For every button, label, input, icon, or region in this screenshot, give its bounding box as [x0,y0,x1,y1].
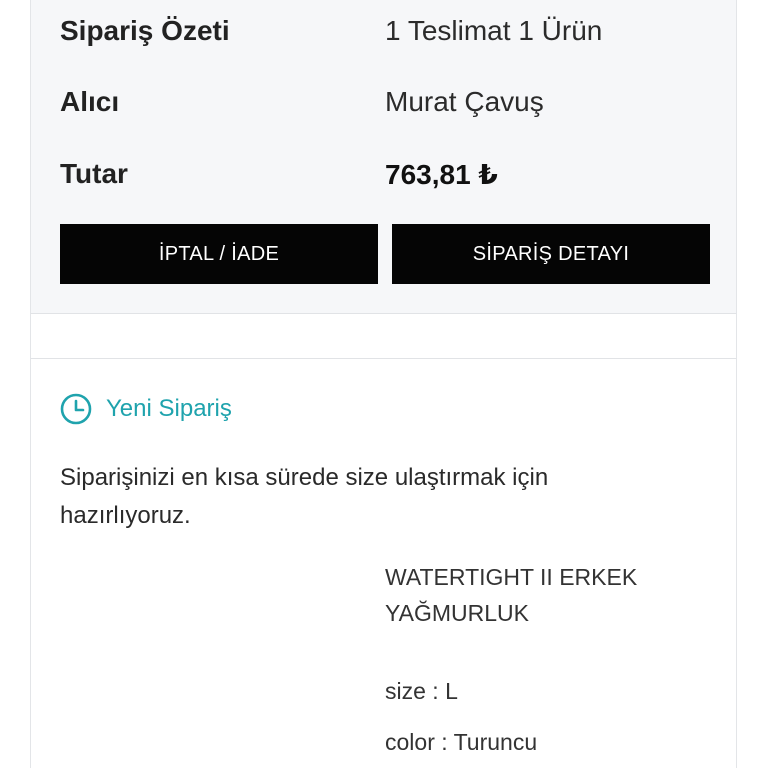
recipient-label: Alıcı [60,86,120,117]
order-page: Sipariş Özeti 1 Teslimat 1 Ürün Alıcı Mu… [0,0,768,768]
product-size: size : L [385,678,458,704]
order-summary-row: Sipariş Özeti 1 Teslimat 1 Ürün [60,11,700,51]
order-status-card: Yeni Sipariş Siparişinizi en kısa sürede… [30,359,737,768]
section-divider [30,314,737,359]
order-status-description: Siparişinizi en kısa sürede size ulaştır… [60,464,549,529]
clock-icon [60,393,92,425]
total-value: 763,81 ₺ [385,158,498,190]
order-status-header: Yeni Sipariş [60,389,232,429]
order-summary-label: Sipariş Özeti [60,15,230,46]
product-name: WATERTIGHT II ERKEK YAĞMURLUK [385,564,638,626]
recipient-value: Murat Çavuş [385,86,544,117]
total-label: Tutar [60,158,128,189]
order-summary-card: Sipariş Özeti 1 Teslimat 1 Ürün Alıcı Mu… [30,0,737,314]
order-summary-value: 1 Teslimat 1 Ürün [385,15,603,46]
product-color: color : Turuncu [385,729,538,755]
cancel-return-button[interactable]: İPTAL / İADE [60,224,378,284]
total-row: Tutar 763,81 ₺ [60,154,700,194]
order-status-title: Yeni Sipariş [106,395,232,422]
order-detail-button[interactable]: SİPARİŞ DETAYI [392,224,710,284]
recipient-row: Alıcı Murat Çavuş [60,82,700,122]
